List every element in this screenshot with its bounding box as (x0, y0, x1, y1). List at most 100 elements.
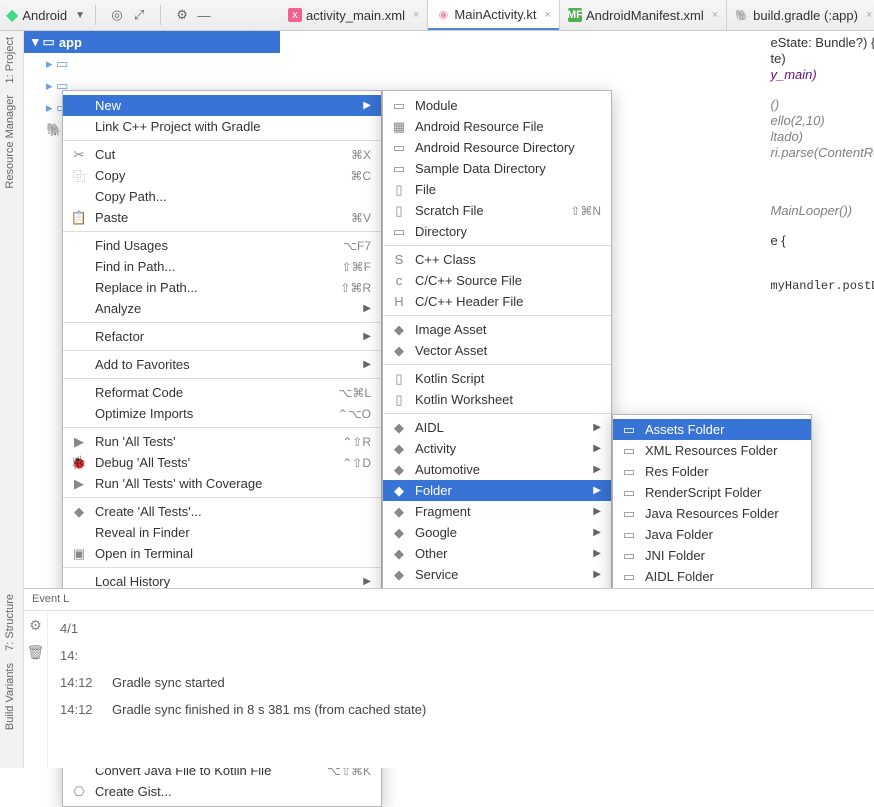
menu-item-label: Android Resource Directory (415, 140, 601, 155)
menu-item[interactable]: ◆Service▶ (383, 564, 611, 585)
editor-tab[interactable]: x activity_main.xml × (280, 0, 428, 30)
menu-item-icon: ◆ (391, 504, 407, 520)
menu-item-label: Replace in Path... (95, 280, 308, 295)
menu-item-label: Open in Terminal (95, 546, 371, 561)
menu-item[interactable]: 📋Paste⌘V (63, 207, 381, 228)
menu-item[interactable]: Reveal in Finder (63, 522, 381, 543)
menu-separator (63, 140, 381, 141)
menu-item-label: Image Asset (415, 322, 601, 337)
menu-item[interactable]: Link C++ Project with Gradle (63, 116, 381, 137)
menu-item[interactable]: Optimize Imports⌃⌥O (63, 403, 381, 424)
menu-item[interactable]: Add to Favorites▶ (63, 354, 381, 375)
settings-icon[interactable]: ⚙ (171, 4, 193, 26)
menu-item[interactable]: ▯Scratch File⇧⌘N (383, 200, 611, 221)
menu-item-label: Link C++ Project with Gradle (95, 119, 371, 134)
project-root[interactable]: ▾ ▭ app (24, 31, 280, 53)
menu-item[interactable]: ◆Image Asset (383, 319, 611, 340)
menu-item[interactable]: ◆Automotive▶ (383, 459, 611, 480)
menu-separator (63, 378, 381, 379)
menu-item-icon: ◆ (391, 525, 407, 541)
menu-item[interactable]: ▭Module (383, 95, 611, 116)
menu-item[interactable]: Reformat Code⌥⌘L (63, 382, 381, 403)
menu-item[interactable]: HC/C++ Header File (383, 291, 611, 312)
menu-item[interactable]: ◆Activity▶ (383, 438, 611, 459)
menu-item[interactable]: S C++ Class (383, 249, 611, 270)
menu-item-label: Run 'All Tests' (95, 434, 310, 449)
menu-item[interactable]: ◆Create 'All Tests'... (63, 501, 381, 522)
menu-item[interactable]: ⎔Create Gist... (63, 781, 381, 802)
settings-icon[interactable]: ⚙ (29, 617, 42, 634)
menu-item[interactable]: ◆Vector Asset (383, 340, 611, 361)
delete-icon[interactable]: 🗑 (27, 644, 45, 661)
close-icon[interactable]: × (413, 9, 419, 21)
menu-item[interactable]: ▶Run 'All Tests'⌃⇧R (63, 431, 381, 452)
menu-shortcut: ⇧⌘F (342, 260, 371, 274)
close-icon[interactable]: × (545, 9, 551, 21)
menu-item[interactable]: cC/C++ Source File (383, 270, 611, 291)
menu-item[interactable]: ▭Java Folder (613, 524, 811, 545)
menu-item[interactable]: Replace in Path... ⇧⌘R (63, 277, 381, 298)
menu-item[interactable]: ◆Google▶ (383, 522, 611, 543)
menu-item-label: XML Resources Folder (645, 443, 801, 458)
event-timestamp: 14:12 (60, 702, 102, 717)
menu-icon-spacer (71, 525, 87, 541)
menu-item[interactable]: ◆AIDL▶ (383, 417, 611, 438)
menu-item-icon: ▭ (621, 527, 637, 543)
menu-item[interactable]: Find in Path...⇧⌘F (63, 256, 381, 277)
menu-shortcut: ⇧⌘R (340, 281, 371, 295)
editor-tab[interactable]: MF AndroidManifest.xml × (560, 0, 727, 30)
menu-item[interactable]: ⿻Copy⌘C (63, 165, 381, 186)
menu-item-icon: S (391, 252, 407, 268)
menu-item[interactable]: ▭XML Resources Folder (613, 440, 811, 461)
menu-item[interactable]: ✂Cut⌘X (63, 144, 381, 165)
menu-item[interactable]: ◆Folder▶ (383, 480, 611, 501)
sidebar-tab-build-variants[interactable]: Build Variants (0, 657, 20, 736)
menu-item[interactable]: Copy Path... (63, 186, 381, 207)
menu-item[interactable]: Analyze▶ (63, 298, 381, 319)
project-item[interactable]: ▸ ▭ (46, 53, 280, 75)
menu-item[interactable]: ▭Sample Data Directory (383, 158, 611, 179)
menu-item[interactable]: ▭JNI Folder (613, 545, 811, 566)
menu-item[interactable]: ▭Assets Folder (613, 419, 811, 440)
menu-item[interactable]: ▯File (383, 179, 611, 200)
expand-icon[interactable]: ⤢ (128, 4, 150, 26)
menu-item[interactable]: 🐞Debug 'All Tests'⌃⇧D (63, 452, 381, 473)
menu-item[interactable]: ▦Android Resource File (383, 116, 611, 137)
menu-item[interactable]: ◆Fragment▶ (383, 501, 611, 522)
menu-icon-spacer (71, 189, 87, 205)
bottom-left-sidebar: 7: Structure Build Variants (0, 588, 24, 768)
menu-item[interactable]: ▭Java Resources Folder (613, 503, 811, 524)
menu-item-label: Add to Favorites (95, 357, 355, 372)
collapse-icon[interactable]: — (193, 4, 215, 26)
menu-item[interactable]: ▭AIDL Folder (613, 566, 811, 587)
menu-item[interactable]: ▭RenderScript Folder (613, 482, 811, 503)
menu-icon-spacer (71, 238, 87, 254)
menu-item[interactable]: ▯Kotlin Worksheet (383, 389, 611, 410)
menu-item-label: Directory (415, 224, 601, 239)
menu-item-icon: ▶ (71, 434, 87, 450)
menu-item[interactable]: ◆Other▶ (383, 543, 611, 564)
menu-item[interactable]: New▶ (63, 95, 381, 116)
editor-tab[interactable]: ◉ MainActivity.kt × (428, 0, 560, 30)
menu-icon-spacer (71, 119, 87, 135)
menu-item[interactable]: Refactor▶ (63, 326, 381, 347)
event-log-header: Event L (24, 589, 874, 611)
sidebar-tab-resource-manager[interactable]: Resource Manager (0, 89, 20, 195)
close-icon[interactable]: × (712, 9, 718, 21)
menu-item[interactable]: ▣Open in Terminal (63, 543, 381, 564)
project-selector[interactable]: ◆ Android ▼ (6, 5, 85, 25)
menu-item[interactable]: ▭Android Resource Directory (383, 137, 611, 158)
menu-item[interactable]: ▭Directory (383, 221, 611, 242)
kotlin-file-icon: ◉ (436, 8, 450, 22)
menu-item[interactable]: ▶Run 'All Tests' with Coverage (63, 473, 381, 494)
menu-item-label: C++ Class (415, 252, 601, 267)
menu-item[interactable]: Find Usages⌥F7 (63, 235, 381, 256)
sidebar-tab-project[interactable]: 1: Project (0, 31, 20, 89)
menu-item[interactable]: ▭Res Folder (613, 461, 811, 482)
editor-tab[interactable]: 🐘 build.gradle (:app) × (727, 0, 874, 30)
target-icon[interactable]: ◎ (106, 4, 128, 26)
gradle-file-icon: 🐘 (735, 8, 749, 22)
menu-item[interactable]: ▯Kotlin Script (383, 368, 611, 389)
close-icon[interactable]: × (866, 9, 872, 21)
sidebar-tab-structure[interactable]: 7: Structure (0, 588, 20, 657)
